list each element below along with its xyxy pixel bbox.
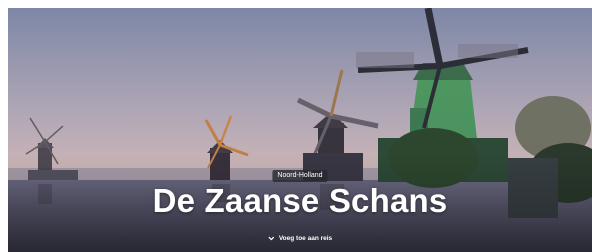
hero-banner: Noord-Holland De Zaanse Schans Voeg toe … bbox=[8, 8, 592, 252]
page-title: De Zaanse Schans bbox=[152, 182, 448, 219]
add-to-trip-label: Voeg toe aan reis bbox=[278, 235, 333, 242]
add-to-trip-button[interactable]: Voeg toe aan reis bbox=[268, 234, 332, 243]
chevron-down-icon bbox=[268, 235, 275, 242]
